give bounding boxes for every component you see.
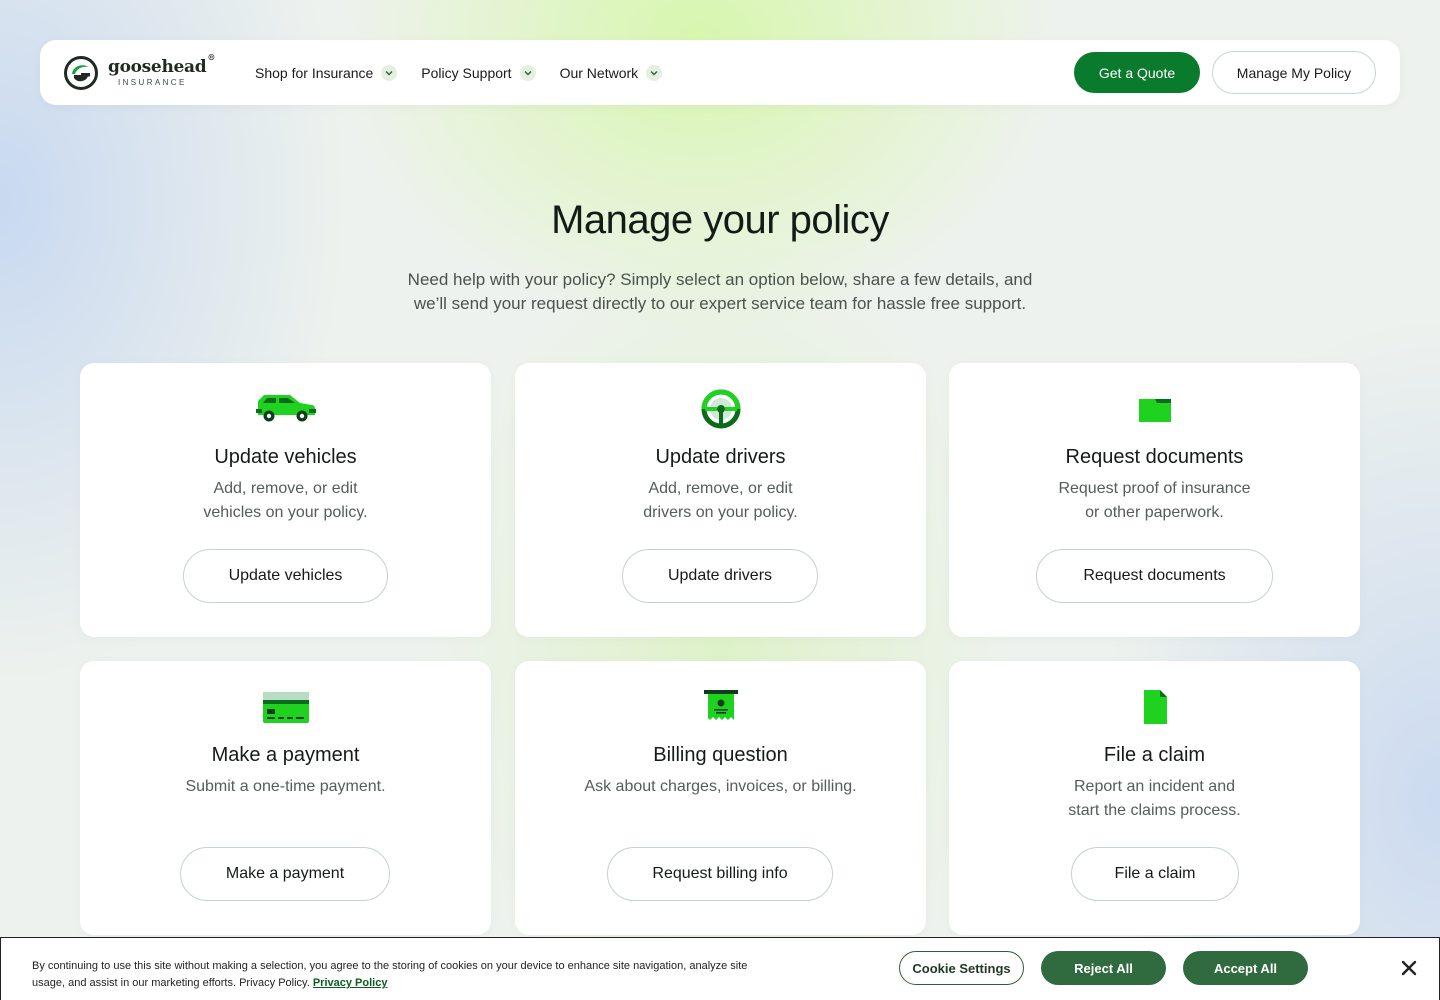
card-title: Update vehicles (214, 446, 357, 468)
card-title: Update drivers (655, 446, 786, 468)
brand-subtitle: INSURANCE (118, 78, 187, 88)
card-title: File a claim (1103, 744, 1206, 766)
card-billing-question: Billing question Ask about charges, invo… (515, 661, 926, 935)
card-update-drivers: Update drivers Add, remove, or edit drive… (515, 363, 926, 637)
accept-all-button[interactable]: Accept All (1183, 951, 1308, 985)
manage-my-policy-button[interactable]: Manage My Policy (1212, 51, 1376, 94)
card-make-a-payment: Make a payment Submit a one-time payment… (80, 661, 491, 935)
card-description: Add, remove, or edit drivers on your poli… (643, 480, 798, 521)
top-navigation: goosehead® INSURANCE Shop for Insurance … (40, 40, 1400, 105)
car-icon (255, 395, 316, 422)
goosehead-logo[interactable]: goosehead® INSURANCE (64, 51, 216, 90)
chevron-down-icon (646, 64, 663, 81)
chevron-down-icon (381, 64, 398, 81)
page-title: Manage your policy (551, 198, 889, 242)
menu-label: Policy Support (421, 64, 512, 81)
close-banner-button[interactable] (1397, 956, 1421, 980)
update-vehicles-button[interactable]: Update vehicles (183, 549, 388, 603)
update-drivers-button[interactable]: Update drivers (622, 549, 818, 603)
get-a-quote-button[interactable]: Get a Quote (1074, 52, 1200, 93)
menu-policy-support[interactable]: Policy Support (421, 64, 536, 81)
card-description: Submit a one-time payment. (185, 778, 386, 795)
menu-label: Shop for Insurance (255, 64, 374, 81)
privacy-policy-link[interactable]: Privacy Policy (313, 977, 388, 989)
menu-shop-for-insurance[interactable]: Shop for Insurance (255, 64, 398, 81)
request-billing-info-button[interactable]: Request billing info (607, 847, 833, 901)
steering-wheel-icon (701, 389, 740, 429)
cookie-settings-button[interactable]: Cookie Settings (899, 951, 1024, 985)
make-a-payment-button[interactable]: Make a payment (180, 847, 390, 901)
document-icon (1143, 690, 1167, 724)
card-title: Make a payment (211, 744, 360, 766)
menu-our-network[interactable]: Our Network (559, 64, 663, 81)
card-description: Report an incident and start the claims p… (1068, 778, 1241, 819)
menu-label: Our Network (559, 64, 639, 81)
close-icon (1401, 960, 1417, 976)
card-request-documents: Request documents Request proof of insur… (949, 363, 1360, 637)
card-description: Request proof of insurance or other paper… (1058, 480, 1251, 521)
card-title: Request documents (1065, 446, 1244, 468)
card-description: Ask about charges, invoices, or billing. (584, 778, 857, 795)
cookie-banner: By continuing to use this site without m… (0, 937, 1440, 1000)
goosehead-logo-icon (64, 56, 98, 90)
receipt-icon (703, 690, 738, 720)
card-description: Add, remove, or edit vehicles on your pol… (203, 480, 368, 521)
reject-all-button[interactable]: Reject All (1041, 951, 1166, 985)
main-menu: Shop for Insurance Policy Support Our Ne… (255, 40, 686, 105)
cookie-message: By continuing to use this site without m… (32, 960, 748, 989)
file-a-claim-button[interactable]: File a claim (1071, 847, 1239, 901)
credit-card-icon (262, 692, 309, 723)
request-documents-button[interactable]: Request documents (1036, 549, 1273, 603)
chevron-down-icon (519, 64, 536, 81)
folder-icon (1138, 399, 1171, 422)
card-update-vehicles: Update vehicles Add, remove, or edit vehi… (80, 363, 491, 637)
brand-name: goosehead® (108, 51, 216, 78)
card-title: Billing question (653, 744, 788, 766)
page-subtitle: Need help with your policy? Simply selec… (407, 270, 1033, 313)
card-file-a-claim: File a claim Report an incident and start… (949, 661, 1360, 935)
